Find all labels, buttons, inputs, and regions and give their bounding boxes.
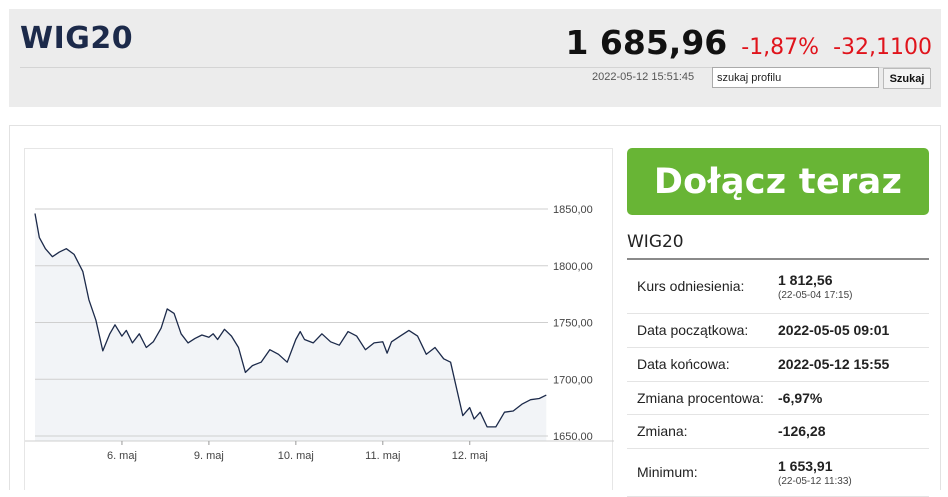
info-value: 1 812,56 (22-05-04 17:15) — [778, 260, 929, 314]
table-row: Zmiana: -126,28 — [627, 414, 929, 449]
quote-values: 1 685,96 -1,87% -32,1100 — [565, 23, 932, 62]
x-tick-label: 10. maj — [278, 450, 314, 462]
table-row: Minimum: 1 653,91 (22-05-12 11:33) — [627, 448, 929, 497]
table-row: Kurs odniesienia: 1 812,56 (22-05-04 17:1… — [627, 260, 929, 314]
y-tick-label: 1850,00 — [553, 204, 593, 216]
table-row: Zmiana procentowa: -6,97% — [627, 381, 929, 415]
change-absolute: -32,1100 — [833, 35, 932, 60]
info-title: WIG20 — [627, 232, 684, 252]
quote-header: WIG20 1 685,96 -1,87% -32,1100 — [9, 9, 941, 107]
chart-canvas: 1850,001800,001750,001700,001650,006. ma… — [25, 204, 614, 462]
last-price: 1 685,96 — [565, 23, 728, 62]
x-tick-label: 9. maj — [194, 450, 224, 462]
info-key: Zmiana procentowa: — [627, 381, 778, 415]
info-value: 2022-05-12 15:55 — [778, 347, 929, 382]
info-value: 2022-05-05 09:01 — [778, 313, 929, 348]
info-value: 1 653,91 (22-05-12 11:33) — [778, 448, 929, 497]
change-percent: -1,87% — [741, 35, 820, 60]
info-table: Kurs odniesienia: 1 812,56 (22-05-04 17:1… — [627, 260, 929, 497]
table-row: Data początkowa: 2022-05-05 09:01 — [627, 313, 929, 348]
profile-search-input[interactable] — [712, 67, 879, 88]
y-tick-label: 1800,00 — [553, 261, 593, 273]
x-tick-label: 11. maj — [365, 450, 400, 462]
info-value-main: 1 653,91 — [778, 457, 833, 474]
info-key: Zmiana: — [627, 414, 778, 449]
info-value-main: 1 812,56 — [778, 271, 833, 288]
chart-area — [35, 213, 547, 441]
quote-timestamp: 2022-05-12 15:51:45 — [592, 71, 695, 83]
x-tick-label: 12. maj — [452, 450, 488, 462]
info-value-date: (22-05-12 11:33) — [778, 475, 852, 487]
price-chart[interactable]: 1850,00 1800,00 1750,00 1700,00 1650,00 6. ma… — [24, 148, 614, 490]
ticker-name: WIG20 — [20, 21, 134, 56]
info-value: -6,97% — [778, 381, 929, 415]
info-key: Kurs odniesienia: — [627, 260, 778, 314]
info-key: Data początkowa: — [627, 313, 778, 348]
join-now-button[interactable]: Dołącz teraz — [627, 148, 929, 215]
search-button[interactable]: Szukaj — [883, 68, 931, 89]
y-tick-label: 1700,00 — [553, 374, 593, 386]
info-value-date: (22-05-04 17:15) — [778, 289, 853, 301]
table-row: Data końcowa: 2022-05-12 15:55 — [627, 347, 929, 382]
info-key: Data końcowa: — [627, 347, 778, 382]
y-tick-label: 1750,00 — [553, 318, 593, 330]
info-key: Minimum: — [627, 448, 778, 497]
info-value: -126,28 — [778, 414, 929, 449]
x-tick-label: 6. maj — [107, 450, 137, 462]
